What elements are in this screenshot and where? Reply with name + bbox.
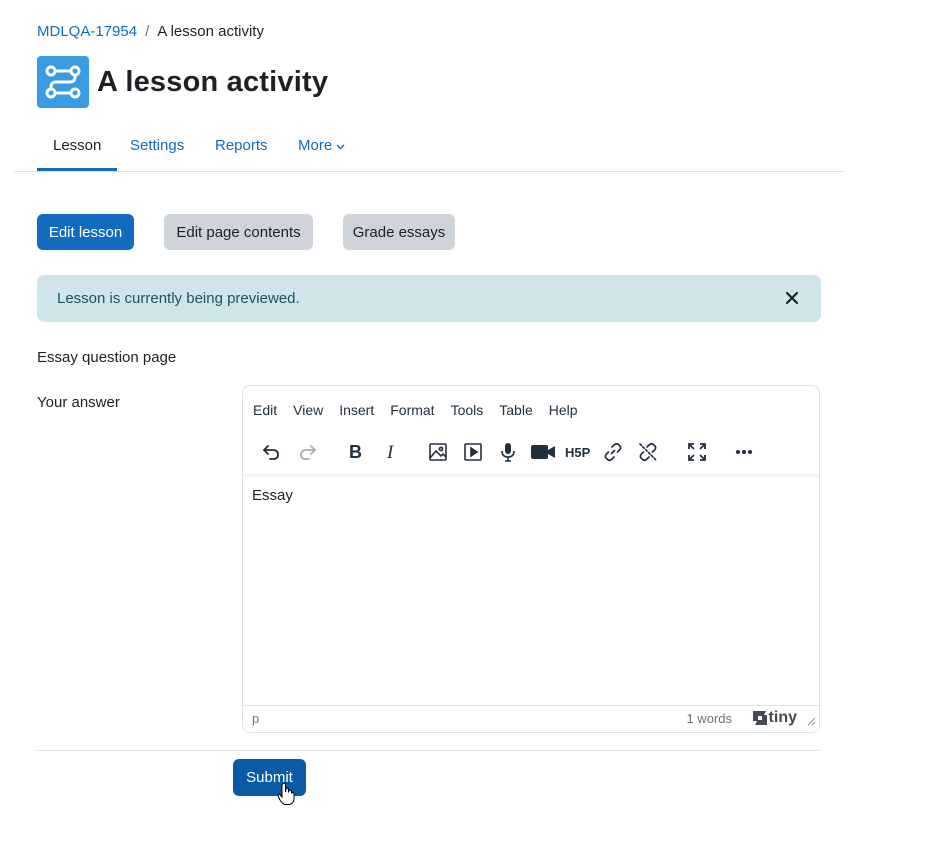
menu-help[interactable]: Help	[549, 402, 578, 418]
page-header: A lesson activity	[37, 56, 328, 108]
tiny-logo-icon	[752, 711, 767, 725]
secondary-navigation: Lesson Settings Reports More	[14, 120, 844, 172]
breadcrumb-separator: /	[145, 23, 150, 40]
menu-edit[interactable]: Edit	[253, 402, 277, 418]
element-path[interactable]: p	[252, 711, 259, 726]
fullscreen-icon[interactable]	[683, 438, 711, 466]
menu-view[interactable]: View	[293, 402, 323, 418]
more-icon[interactable]	[730, 438, 758, 466]
edit-page-contents-button[interactable]: Edit page contents	[164, 214, 313, 250]
tiny-brand[interactable]: tiny	[751, 709, 797, 727]
undo-icon[interactable]	[257, 438, 285, 466]
resize-handle-icon[interactable]	[806, 714, 816, 729]
h5p-icon[interactable]: H5P	[564, 438, 592, 466]
menu-table[interactable]: Table	[499, 402, 532, 418]
editor-toolbar: B I H5P	[243, 430, 819, 474]
tab-settings[interactable]: Settings	[114, 120, 200, 171]
image-icon[interactable]	[424, 438, 452, 466]
media-icon[interactable]	[459, 438, 487, 466]
edit-lesson-button[interactable]: Edit lesson	[37, 214, 134, 250]
editor-content[interactable]: Essay	[252, 487, 293, 504]
answer-label: Your answer	[37, 394, 120, 411]
hand-pointer-icon	[277, 782, 295, 811]
submit-button[interactable]: Submit	[233, 759, 306, 796]
unlink-icon[interactable]	[634, 438, 662, 466]
breadcrumb-course-link[interactable]: MDLQA-17954	[37, 23, 137, 40]
svg-text:B: B	[349, 442, 362, 462]
menu-tools[interactable]: Tools	[451, 402, 484, 418]
breadcrumb-current: A lesson activity	[157, 23, 264, 40]
svg-text:H5P: H5P	[565, 445, 591, 460]
editor-statusbar: p 1 words tiny	[243, 705, 819, 732]
link-icon[interactable]	[599, 438, 627, 466]
svg-text:I: I	[386, 442, 395, 462]
page-title: A lesson activity	[97, 65, 329, 98]
question-page-title: Essay question page	[37, 349, 177, 366]
grade-essays-button[interactable]: Grade essays	[343, 214, 455, 250]
bold-icon[interactable]: B	[341, 438, 369, 466]
form-divider	[37, 750, 820, 751]
tab-more-label: More	[298, 137, 333, 154]
menu-insert[interactable]: Insert	[339, 402, 374, 418]
record-audio-icon[interactable]	[494, 438, 522, 466]
menu-format[interactable]: Format	[390, 402, 434, 418]
chevron-down-icon	[336, 137, 345, 154]
record-video-icon[interactable]	[529, 438, 557, 466]
rich-text-editor: Edit View Insert Format Tools Table Help…	[242, 385, 820, 733]
tab-reports[interactable]: Reports	[199, 120, 284, 171]
brand-label: tiny	[768, 709, 797, 726]
italic-icon[interactable]: I	[377, 438, 405, 466]
tab-lesson[interactable]: Lesson	[37, 120, 118, 171]
editor-menubar: Edit View Insert Format Tools Table Help	[253, 402, 594, 418]
preview-alert: Lesson is currently being previewed.	[37, 275, 821, 322]
word-count[interactable]: 1 words	[686, 711, 732, 726]
redo-icon[interactable]	[294, 438, 322, 466]
lesson-activity-icon	[37, 56, 89, 108]
close-icon[interactable]	[783, 289, 801, 307]
alert-message: Lesson is currently being previewed.	[57, 290, 300, 307]
breadcrumb: MDLQA-17954 / A lesson activity	[37, 23, 264, 40]
tab-more[interactable]: More	[282, 120, 361, 171]
